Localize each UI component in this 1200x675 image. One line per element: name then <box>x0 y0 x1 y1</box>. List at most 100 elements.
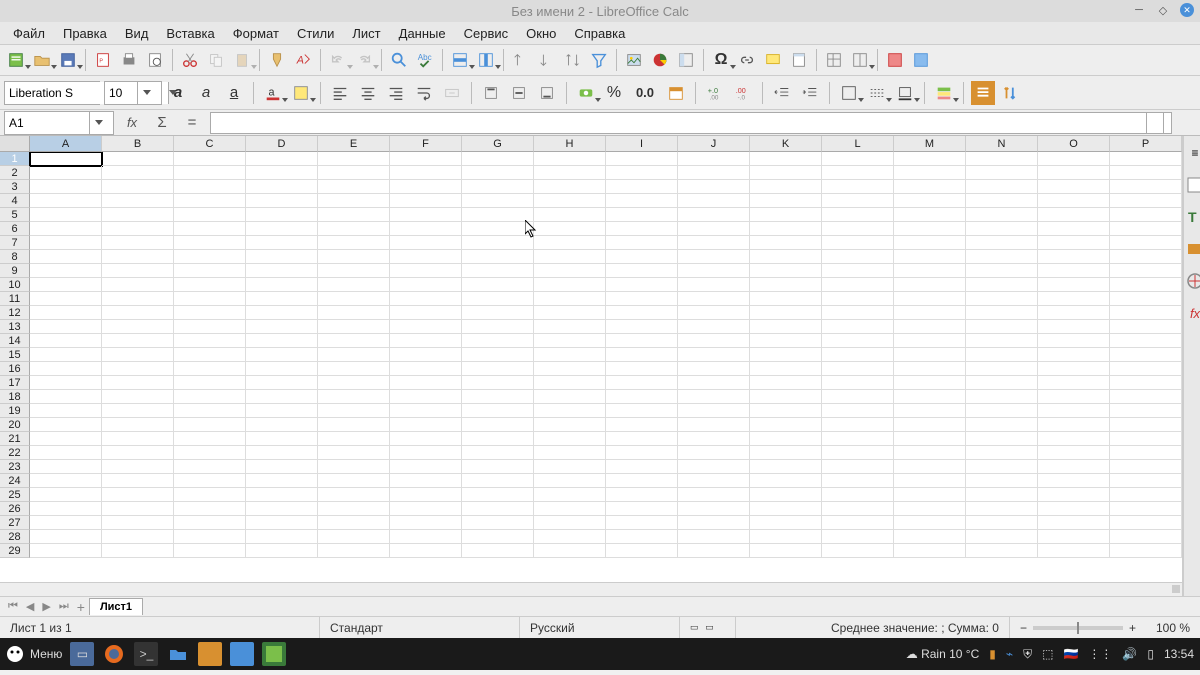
menu-sheet[interactable]: Лист <box>343 24 389 43</box>
cell[interactable] <box>534 180 606 194</box>
cell[interactable] <box>606 446 678 460</box>
row-header[interactable]: 18 <box>0 390 30 404</box>
menu-format[interactable]: Формат <box>224 24 288 43</box>
cell[interactable] <box>606 194 678 208</box>
cell[interactable] <box>102 502 174 516</box>
cell[interactable] <box>390 166 462 180</box>
cell[interactable] <box>822 404 894 418</box>
row-header[interactable]: 23 <box>0 460 30 474</box>
cell[interactable] <box>1038 208 1110 222</box>
cell[interactable] <box>1110 166 1182 180</box>
column-header[interactable]: G <box>462 136 534 152</box>
merge-cells-icon[interactable] <box>440 81 464 105</box>
remove-decimal-icon[interactable]: .00-.0 <box>731 81 755 105</box>
cell[interactable] <box>1110 418 1182 432</box>
cell[interactable] <box>966 306 1038 320</box>
cell[interactable] <box>1110 544 1182 558</box>
cell[interactable] <box>750 166 822 180</box>
row-header[interactable]: 24 <box>0 474 30 488</box>
cell[interactable] <box>318 348 390 362</box>
cell[interactable] <box>534 474 606 488</box>
cell[interactable] <box>606 516 678 530</box>
menu-file[interactable]: Файл <box>4 24 54 43</box>
cell[interactable] <box>246 236 318 250</box>
select-all-corner[interactable] <box>0 136 30 152</box>
column-header[interactable]: A <box>30 136 102 152</box>
align-right-icon[interactable] <box>384 81 408 105</box>
menu-insert[interactable]: Вставка <box>157 24 223 43</box>
cell[interactable] <box>894 278 966 292</box>
cell[interactable] <box>678 236 750 250</box>
cell[interactable] <box>246 306 318 320</box>
cell[interactable] <box>390 320 462 334</box>
cell[interactable] <box>318 334 390 348</box>
insert-chart-icon[interactable] <box>648 48 672 72</box>
cell[interactable] <box>822 432 894 446</box>
cell[interactable] <box>462 166 534 180</box>
cell[interactable] <box>822 446 894 460</box>
cell[interactable] <box>390 516 462 530</box>
cell[interactable] <box>822 292 894 306</box>
cell[interactable] <box>174 488 246 502</box>
cell[interactable] <box>318 376 390 390</box>
keyboard-layout-icon[interactable]: 🇷🇺 <box>1063 647 1078 661</box>
cell[interactable] <box>750 292 822 306</box>
navigator-icon[interactable] <box>1184 270 1200 292</box>
cell[interactable] <box>174 390 246 404</box>
cell[interactable] <box>534 502 606 516</box>
underline-icon[interactable]: a <box>222 81 246 105</box>
cell[interactable] <box>30 432 102 446</box>
cell[interactable] <box>966 516 1038 530</box>
zoom-control[interactable]: − + <box>1010 617 1146 638</box>
cell[interactable] <box>1038 180 1110 194</box>
cell[interactable] <box>1110 460 1182 474</box>
cell[interactable] <box>606 432 678 446</box>
cell[interactable] <box>1038 516 1110 530</box>
cell[interactable] <box>822 180 894 194</box>
bold-icon[interactable]: a <box>166 81 190 105</box>
cell[interactable] <box>894 348 966 362</box>
number-format-icon[interactable]: 0.0 <box>630 81 660 105</box>
row-header[interactable]: 28 <box>0 530 30 544</box>
align-middle-icon[interactable] <box>507 81 531 105</box>
cell[interactable] <box>966 362 1038 376</box>
cell[interactable] <box>30 194 102 208</box>
equals-icon[interactable]: = <box>180 111 204 135</box>
cell[interactable] <box>1110 208 1182 222</box>
cell[interactable] <box>1110 348 1182 362</box>
align-left-icon[interactable] <box>328 81 352 105</box>
cell[interactable] <box>1110 250 1182 264</box>
cell[interactable] <box>1110 502 1182 516</box>
borders-icon[interactable] <box>837 81 861 105</box>
cell[interactable] <box>966 544 1038 558</box>
cell[interactable] <box>30 460 102 474</box>
cell[interactable] <box>750 180 822 194</box>
cell[interactable] <box>318 362 390 376</box>
cell[interactable] <box>822 334 894 348</box>
cell[interactable] <box>102 292 174 306</box>
cell[interactable] <box>462 460 534 474</box>
cell[interactable] <box>390 250 462 264</box>
sort-settings-icon[interactable] <box>999 81 1023 105</box>
cell[interactable] <box>894 362 966 376</box>
border-style-icon[interactable] <box>865 81 889 105</box>
column-header[interactable]: F <box>390 136 462 152</box>
open-icon[interactable] <box>30 48 54 72</box>
cell[interactable] <box>606 404 678 418</box>
cell[interactable] <box>102 222 174 236</box>
cell[interactable] <box>822 166 894 180</box>
cell[interactable] <box>102 460 174 474</box>
cell[interactable] <box>966 432 1038 446</box>
cell[interactable] <box>894 530 966 544</box>
clock[interactable]: 13:54 <box>1164 647 1194 661</box>
cell[interactable] <box>30 488 102 502</box>
cell[interactable] <box>174 530 246 544</box>
cell[interactable] <box>606 376 678 390</box>
cell[interactable] <box>1038 418 1110 432</box>
cell[interactable] <box>894 194 966 208</box>
cell[interactable] <box>750 334 822 348</box>
cell[interactable] <box>1038 152 1110 166</box>
cell[interactable] <box>894 250 966 264</box>
taskbar-calc-icon[interactable] <box>262 642 286 666</box>
taskbar-app-icon[interactable] <box>198 642 222 666</box>
